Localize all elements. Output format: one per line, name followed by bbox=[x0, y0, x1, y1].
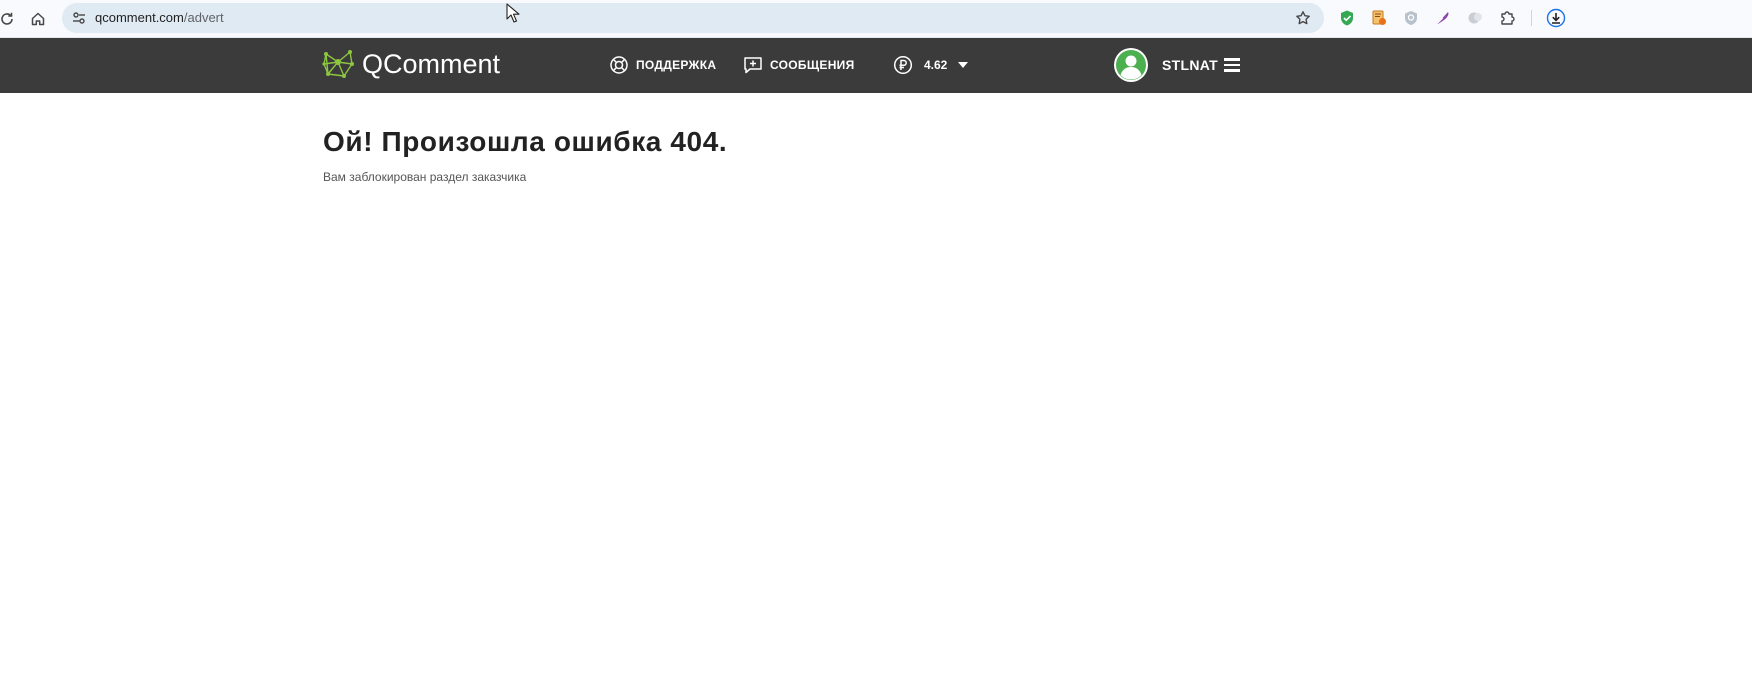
ruble-icon bbox=[892, 54, 914, 76]
nav-support[interactable]: ПОДДЕРЖКА bbox=[608, 54, 716, 76]
home-icon[interactable] bbox=[26, 7, 50, 31]
star-icon[interactable] bbox=[1292, 7, 1314, 29]
document-extension-icon[interactable] bbox=[1368, 7, 1390, 29]
tune-icon[interactable] bbox=[68, 7, 90, 29]
reload-icon[interactable] bbox=[0, 7, 19, 31]
logo-text: QComment bbox=[362, 49, 501, 79]
url-path: /advert bbox=[183, 10, 224, 25]
nav-messages[interactable]: СООБЩЕНИЯ bbox=[742, 54, 855, 76]
qcomment-logo-icon bbox=[322, 50, 354, 78]
nav-messages-label: СООБЩЕНИЯ bbox=[770, 58, 855, 72]
balance-dropdown[interactable]: 4.62 bbox=[892, 54, 969, 76]
balance-amount: 4.62 bbox=[924, 58, 948, 72]
shield-extension-icon[interactable] bbox=[1336, 7, 1358, 29]
url-text[interactable]: qcomment.com/advert bbox=[95, 10, 224, 26]
mouse-cursor-icon bbox=[506, 3, 520, 23]
lifebuoy-icon bbox=[608, 54, 630, 76]
privacy-shield-icon[interactable] bbox=[1400, 7, 1422, 29]
nav-support-label: ПОДДЕРЖКА bbox=[636, 58, 717, 72]
page-title: Ой! Произошла ошибка 404. bbox=[323, 126, 728, 157]
user-avatar-icon bbox=[1116, 50, 1146, 80]
site-header: QComment ПОДДЕРЖКА СООБЩЕНИЯ 4.62 STLNAT bbox=[0, 38, 1752, 93]
address-bar[interactable]: qcomment.com/advert bbox=[62, 3, 1324, 33]
username[interactable]: STLNAT bbox=[1162, 57, 1218, 73]
message-plus-icon bbox=[742, 54, 764, 76]
toolbar-divider bbox=[1531, 10, 1532, 26]
ghost-extension-icon[interactable] bbox=[1464, 7, 1486, 29]
chevron-down-icon bbox=[957, 61, 969, 69]
url-host: qcomment.com bbox=[95, 10, 184, 25]
hamburger-menu-icon[interactable] bbox=[1224, 58, 1240, 72]
puzzle-icon[interactable] bbox=[1497, 7, 1519, 29]
feather-extension-icon[interactable] bbox=[1432, 7, 1454, 29]
download-icon[interactable] bbox=[1545, 7, 1567, 29]
error-message: Вам заблокирован раздел заказчика bbox=[323, 170, 527, 184]
avatar[interactable] bbox=[1114, 48, 1148, 82]
browser-toolbar: qcomment.com/advert bbox=[0, 0, 1752, 38]
site-logo[interactable]: QComment bbox=[322, 47, 500, 81]
